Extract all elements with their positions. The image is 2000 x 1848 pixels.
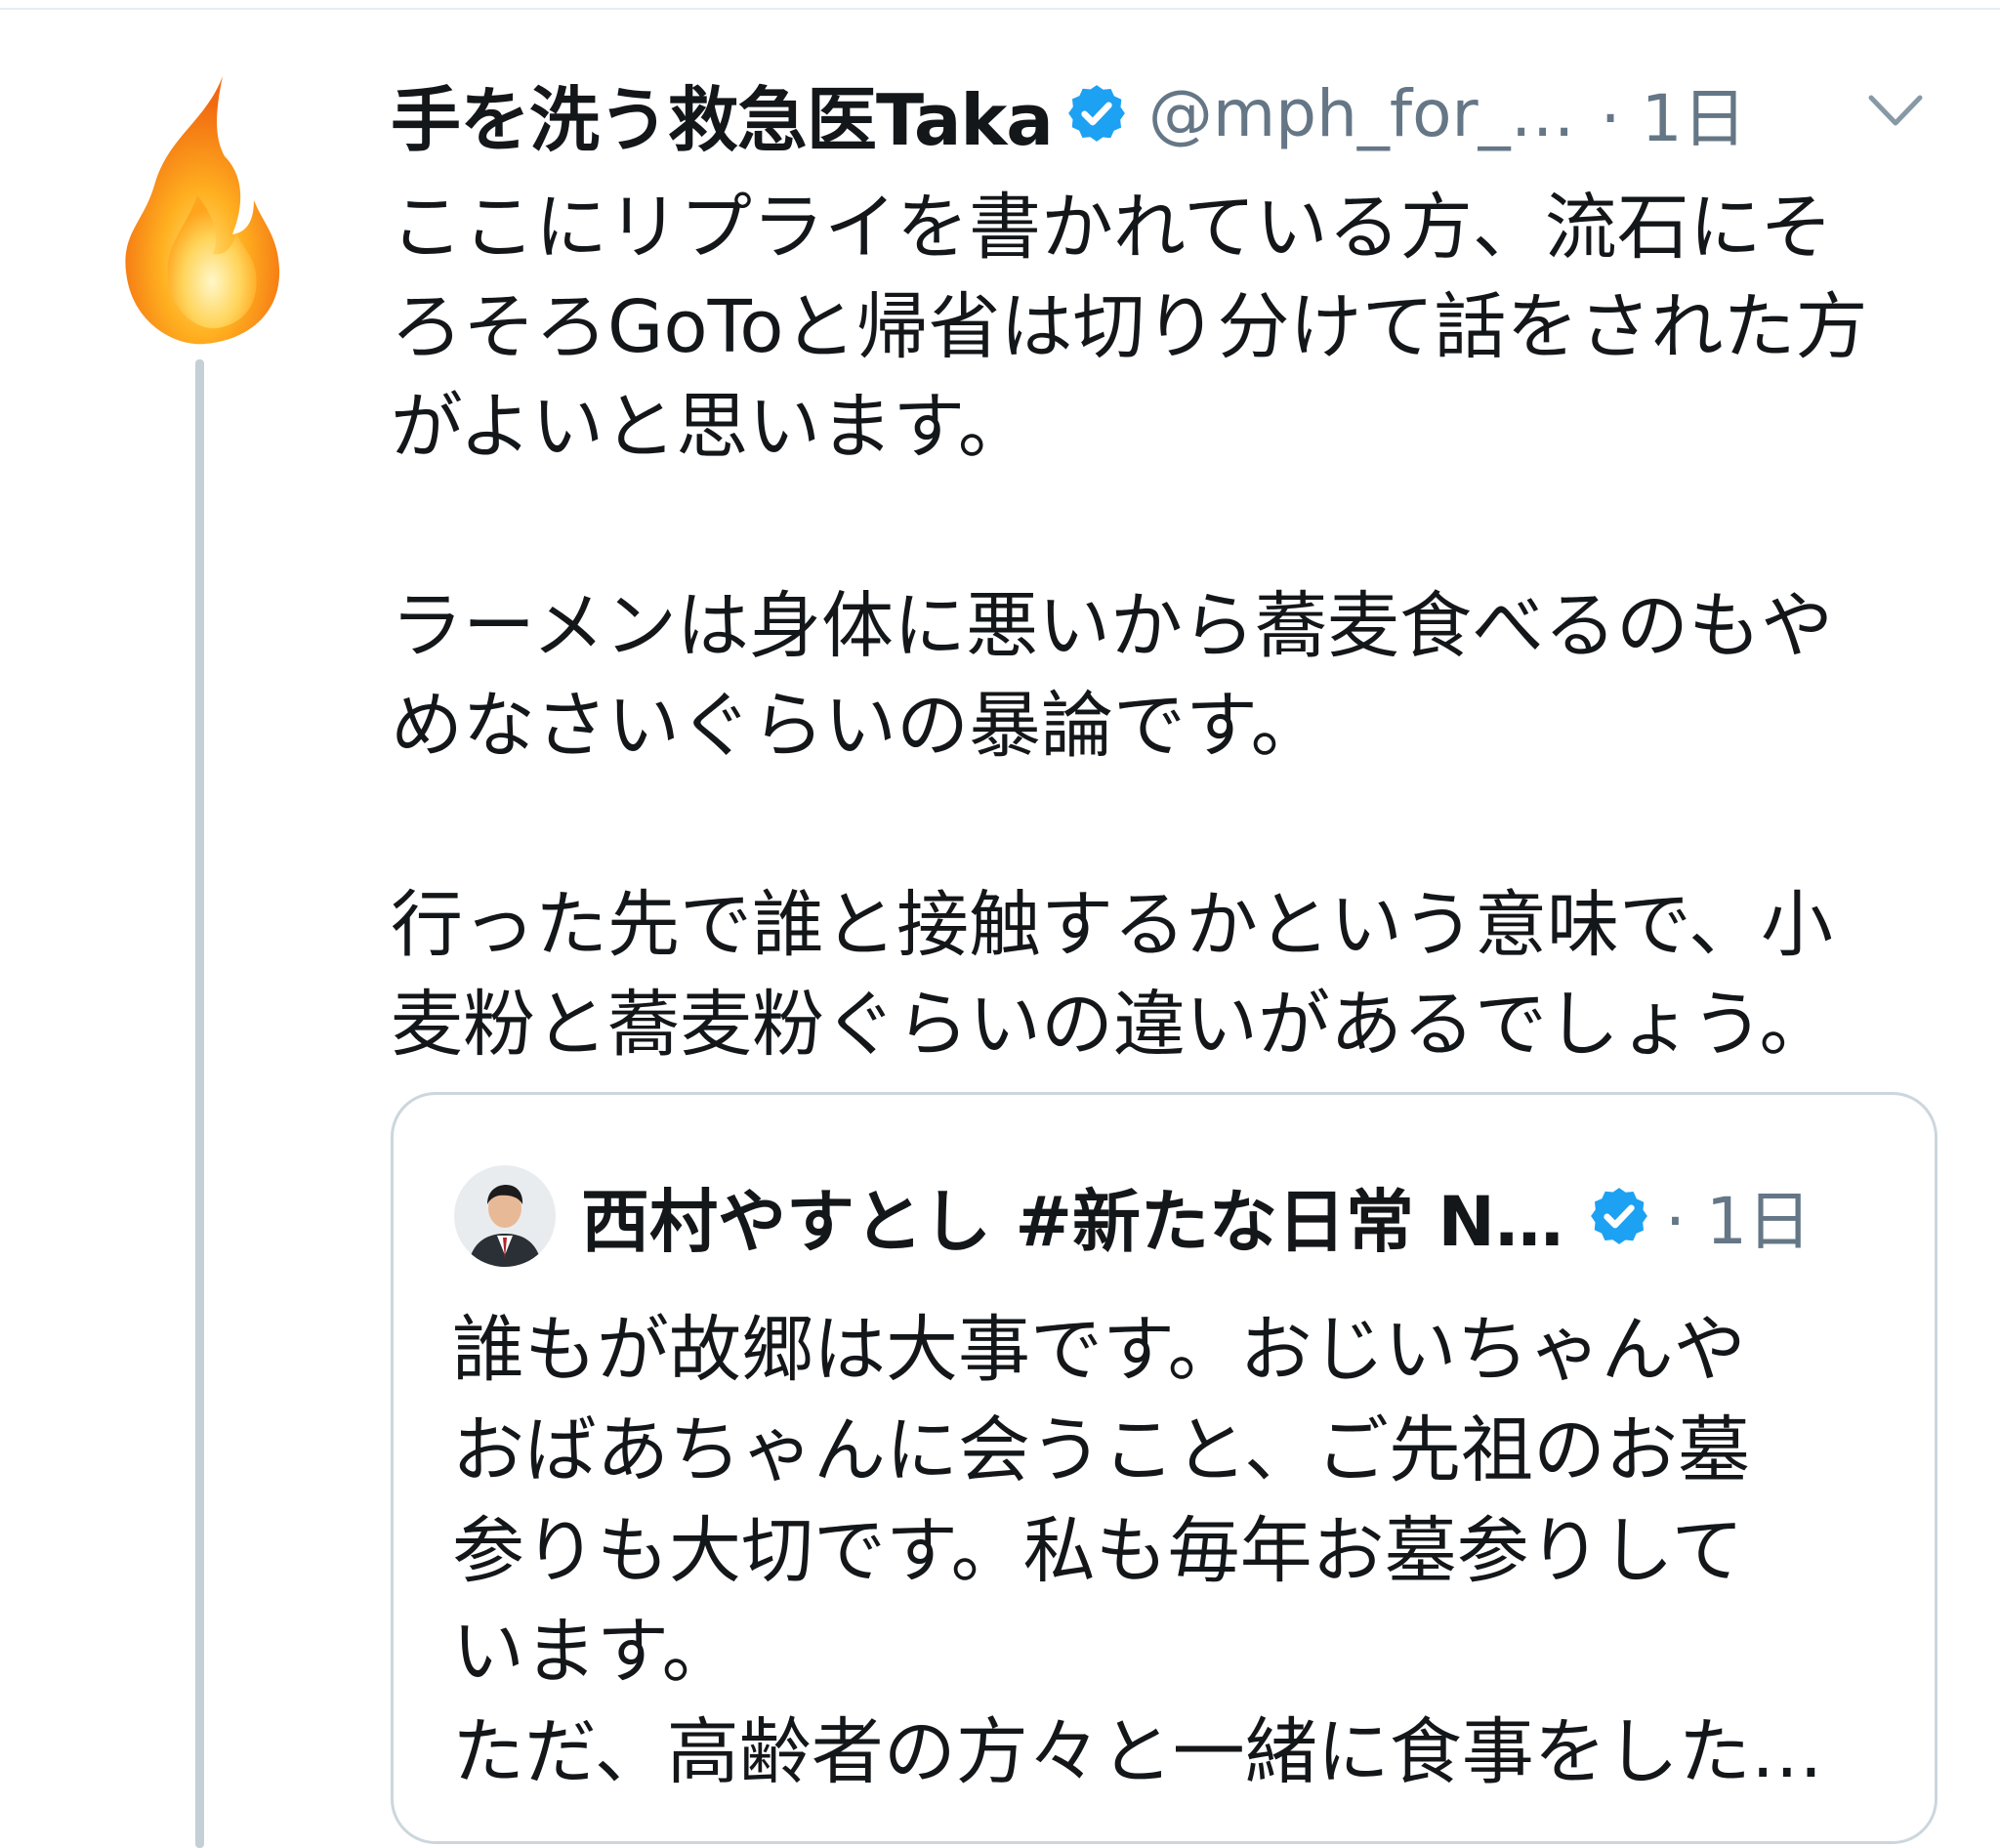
- tweet-time[interactable]: · 1日: [1601, 66, 1747, 160]
- author-handle[interactable]: @mph_for_…: [1148, 76, 1575, 151]
- tweet[interactable]: 手を洗う救急医Taka @mph_for_… · 1日 ここにリプライを書かれて…: [391, 59, 1953, 1074]
- tweet-text: ここにリプライを書かれている方、流石にそ ろそろGoToと帰省は切り分けて話をさ…: [391, 178, 1953, 1074]
- tweet-line: ラーメンは身体に悪いから蕎麦食べるのもや: [391, 584, 1834, 668]
- tweet-line: ここにリプライを書かれている方、流石にそ: [391, 186, 1833, 270]
- tweet-line: がよいと思います。: [391, 385, 1030, 469]
- quoted-tweet-card[interactable]: 西村やすとし #新たな日常 N… · 1日 誰もが故郷は大事です。おじいちゃんや…: [391, 1092, 1938, 1844]
- quoted-line: ただ、高齢者の方々と一緒に食事をした…: [452, 1710, 1823, 1794]
- quoted-author-name[interactable]: 西村やすとし #新たな日常 N…: [581, 1167, 1563, 1266]
- quoted-line: 参りも大切です。私も毎年お墓参りして: [452, 1509, 1744, 1593]
- chevron-down-icon[interactable]: [1865, 88, 1926, 135]
- flame-icon: [125, 76, 280, 345]
- tweet-line: 麦粉と蕎麦粉ぐらいの違いがあるでしょう。: [391, 983, 1832, 1067]
- tweet-paragraph-3: 行った先で誰と接触するかという意味で、小 麦粉と蕎麦粉ぐらいの違いがあるでしょう…: [391, 875, 1953, 1074]
- quoted-author-avatar[interactable]: [454, 1165, 556, 1267]
- tweet-paragraph-2: ラーメンは身体に悪いから蕎麦食べるのもや めなさいぐらいの暴論です。: [391, 576, 1953, 776]
- verified-badge-icon: [1068, 85, 1125, 142]
- tweet-paragraph-1: ここにリプライを書かれている方、流石にそ ろそろGoToと帰省は切り分けて話をさ…: [391, 178, 1953, 477]
- quoted-line: 誰もが故郷は大事です。おじいちゃんや: [452, 1308, 1746, 1392]
- quoted-line: います。: [452, 1610, 734, 1694]
- quoted-tweet-text: 誰もが故郷は大事です。おじいちゃんや おばあちゃんに会うこと、ご先祖のお墓 参り…: [452, 1300, 1878, 1803]
- quoted-tweet-time[interactable]: · 1日: [1665, 1169, 1812, 1263]
- tweet-line: めなさいぐらいの暴論です。: [391, 684, 1323, 768]
- thread-line: [195, 359, 204, 1848]
- quoted-line: おばあちゃんに会うこと、ご先祖のお墓: [452, 1408, 1751, 1492]
- tweet-header: 手を洗う救急医Taka @mph_for_… · 1日: [391, 59, 1953, 168]
- verified-badge-icon: [1591, 1188, 1647, 1244]
- quoted-tweet-header: 西村やすとし #新たな日常 N… · 1日: [454, 1165, 1812, 1267]
- tweet-line: 行った先で誰と接触するかという意味で、小: [391, 883, 1834, 967]
- author-name[interactable]: 手を洗う救急医Taka: [391, 63, 1054, 165]
- tweet-line: ろそろGoToと帰省は切り分けて話をされた方: [391, 285, 1868, 369]
- person-avatar: [454, 1165, 556, 1267]
- top-divider: [0, 0, 2000, 10]
- author-avatar[interactable]: [107, 68, 293, 352]
